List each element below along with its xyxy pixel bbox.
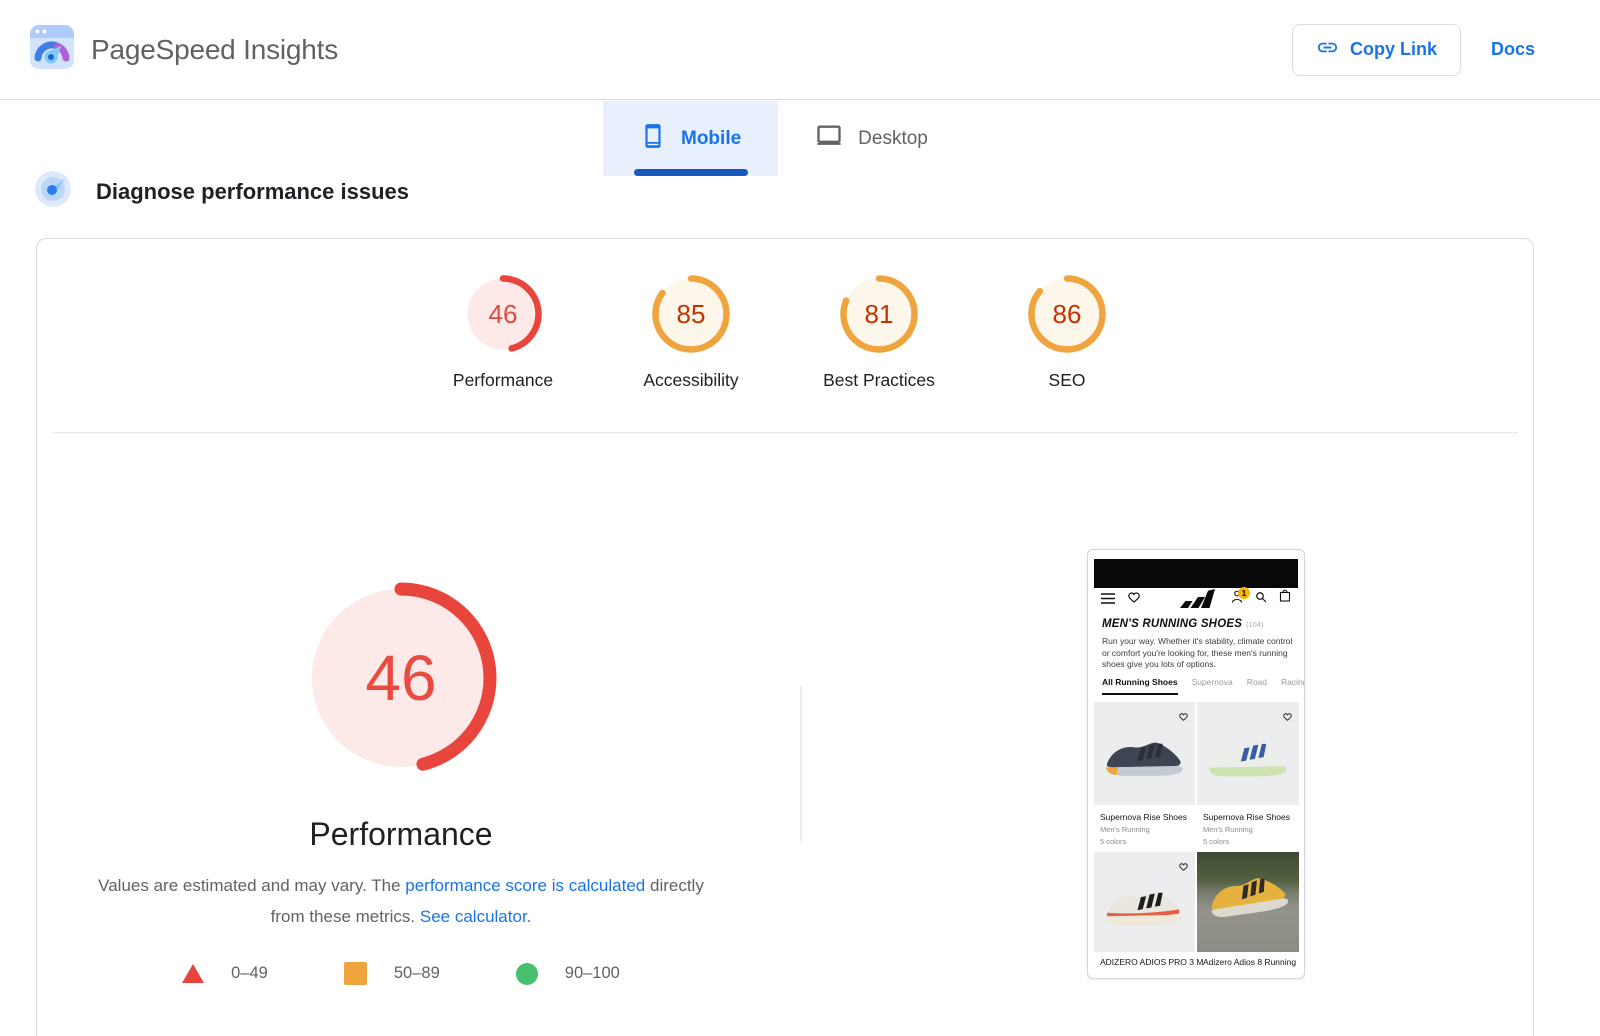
cart-count-badge: 1 [1238,587,1250,599]
adidas-logo-icon [1180,588,1215,613]
pagespeed-logo-icon [30,25,74,74]
accessibility-score-value: 85 [652,275,730,353]
accessibility-gauge: 85 [652,275,730,353]
best-practices-score-label: Best Practices [823,370,935,391]
performance-detail-value: 46 [305,582,497,774]
score-calculation-link[interactable]: performance score is calculated [405,876,645,895]
product-name: ADIZERO ADIOS PRO 3 M [1100,957,1203,967]
smartphone-icon [640,123,666,155]
legend-fail: 0–49 [182,964,268,983]
performance-gauge: 46 [464,275,542,353]
favorite-heart-icon [1283,708,1292,726]
performance-description: Values are estimated and may vary. The p… [81,870,721,932]
link-icon [1316,36,1339,64]
accessibility-score-label: Accessibility [643,370,738,391]
score-accessibility: 85 Accessibility [616,275,766,391]
vertical-divider [800,686,802,841]
performance-detail-title: Performance [101,816,701,853]
performance-score-value: 46 [464,275,542,353]
legend-average-range: 50–89 [394,964,440,983]
shoe-illustration [1101,729,1188,779]
score-best-practices: 81 Best Practices [804,275,954,391]
header-actions: Copy Link Docs [1292,24,1535,76]
product-colors: 5 colors [1203,837,1290,846]
screenshot-page-title: MEN'S RUNNING SHOES (104) [1102,618,1263,630]
tab-mobile[interactable]: Mobile [603,101,778,176]
favorite-heart-icon [1179,858,1188,876]
pass-circle-icon [516,963,538,985]
shoe-illustration [1201,860,1295,923]
best-practices-score-value: 81 [840,275,918,353]
seo-score-label: SEO [1049,370,1086,391]
product-colors: 5 colors [1100,837,1187,846]
tab-desktop[interactable]: Desktop [778,101,965,176]
copy-link-button[interactable]: Copy Link [1292,24,1461,76]
shoe-illustration [1204,729,1292,780]
product-image-4 [1197,852,1299,952]
product-label-1: Supernova Rise Shoes Men's Running 5 col… [1100,812,1187,846]
description-text-1: Values are estimated and may vary. The [98,876,405,895]
search-icon [1255,590,1267,608]
copy-link-label: Copy Link [1350,39,1437,60]
bag-icon [1279,589,1291,607]
performance-score-label: Performance [453,370,553,391]
shoe-illustration [1101,878,1188,928]
app-title: PageSpeed Insights [91,34,338,66]
screenshot-description: Run your way. Whether it's stability, cl… [1102,636,1296,671]
score-seo: 86 SEO [992,275,1142,391]
menu-icon [1101,591,1115,609]
average-square-icon [344,962,367,985]
performance-detail-gauge: 46 [305,582,497,774]
product-image-1 [1094,702,1195,805]
diagnose-title: Diagnose performance issues [96,179,409,205]
product-image-3 [1094,852,1195,952]
diagnose-target-icon [34,170,72,213]
product-name: Supernova Rise Shoes [1100,812,1187,822]
docs-link[interactable]: Docs [1491,39,1535,60]
best-practices-gauge: 81 [840,275,918,353]
report-card: 46 Performance 85 Accessibility 81 [36,238,1534,1036]
product-label-2: Supernova Rise Shoes Men's Running 5 col… [1203,812,1290,846]
tab-mobile-label: Mobile [681,128,741,150]
score-legend: 0–49 50–89 90–100 [81,962,721,985]
seo-score-value: 86 [1028,275,1106,353]
favorite-heart-icon [1179,708,1188,726]
screenshot-tab-road: Road [1247,677,1267,695]
category-scores-row: 46 Performance 85 Accessibility 81 [37,275,1533,391]
screenshot-tab-racing: Racing [1281,677,1304,695]
product-category: Men's Running [1203,825,1290,834]
legend-pass: 90–100 [516,963,620,985]
diagnose-section-header: Diagnose performance issues [34,170,409,213]
legend-fail-range: 0–49 [231,964,268,983]
screenshot-result-count: (104) [1246,622,1263,629]
product-name: Adizero Adios 8 Running [1203,957,1296,967]
screenshot-page-title-text: MEN'S RUNNING SHOES [1102,618,1242,630]
see-calculator-link[interactable]: See calculator. [420,907,532,926]
active-tab-indicator [634,169,748,176]
product-label-4: Adizero Adios 8 Running [1203,957,1296,967]
laptop-icon [815,122,843,156]
device-tabs: Mobile Desktop [603,101,965,176]
horizontal-divider [52,432,1518,433]
seo-gauge: 86 [1028,275,1106,353]
legend-pass-range: 90–100 [565,964,620,983]
fail-triangle-icon [182,964,204,983]
product-image-2 [1197,702,1299,805]
screenshot-tab-all: All Running Shoes [1102,677,1178,695]
product-label-3: ADIZERO ADIOS PRO 3 M [1100,957,1203,967]
screenshot-top-banner [1094,559,1298,588]
legend-average: 50–89 [344,962,440,985]
tab-desktop-label: Desktop [858,128,928,150]
page-screenshot-thumbnail[interactable]: 1 MEN'S RUNNING SHOES (104) Run your way.… [1087,549,1305,979]
product-category: Men's Running [1100,825,1187,834]
wishlist-heart-icon [1128,590,1140,608]
screenshot-tab-supernova: Supernova [1192,677,1233,695]
app-header: PageSpeed Insights Copy Link Docs [0,0,1600,100]
screenshot-filter-tabs: All Running Shoes Supernova Road Racing … [1102,677,1304,695]
product-name: Supernova Rise Shoes [1203,812,1290,822]
brand: PageSpeed Insights [30,25,338,74]
score-performance: 46 Performance [428,275,578,391]
